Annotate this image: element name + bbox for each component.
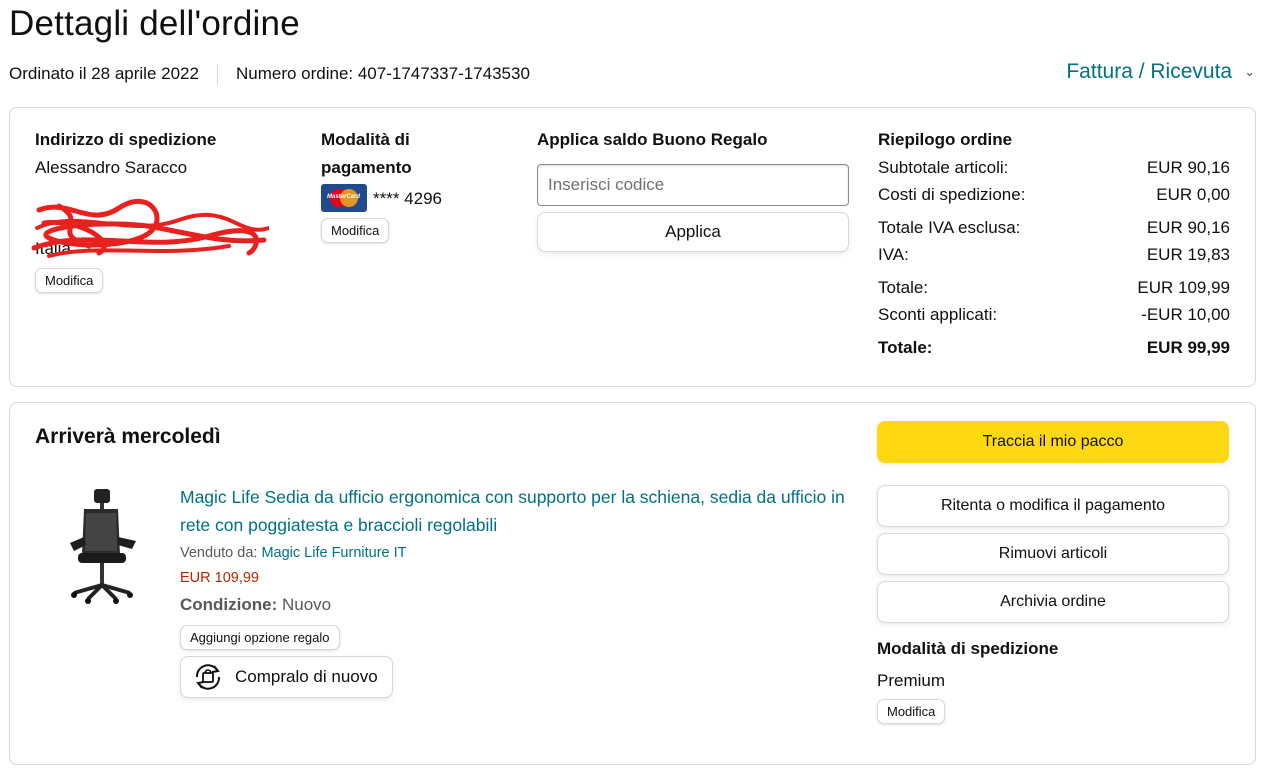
order-info-card: Indirizzo di spedizione Alessandro Sarac…: [9, 107, 1256, 387]
summary-value: EUR 0,00: [1156, 185, 1230, 204]
address-name: Alessandro Saracco: [35, 158, 188, 177]
summary-value: EUR 109,99: [1137, 278, 1230, 297]
add-gift-option-button[interactable]: Aggiungi opzione regalo: [180, 625, 340, 650]
summary-label: IVA:: [878, 245, 909, 264]
mastercard-icon: MasterCard: [321, 184, 367, 212]
invoice-link-label: Fattura / Ricevuta: [1066, 60, 1233, 83]
shipping-address-title: Indirizzo di spedizione: [35, 130, 217, 149]
summary-value: EUR 19,83: [1146, 245, 1230, 264]
product-price: EUR 109,99: [180, 570, 259, 586]
product-image[interactable]: [60, 485, 140, 605]
card-number: **** 4296: [373, 188, 443, 208]
summary-row: Subtotale articoli: EUR 90,16: [878, 154, 1230, 181]
product-title-link[interactable]: Magic Life Sedia da ufficio ergonomica c…: [180, 483, 850, 539]
redaction-scribble: [31, 198, 269, 258]
retry-payment-button[interactable]: Ritenta o modifica il pagamento: [877, 485, 1229, 527]
shipping-address-section: Indirizzo di spedizione Alessandro Sarac…: [31, 126, 285, 293]
track-package-button[interactable]: Traccia il mio pacco: [877, 421, 1229, 463]
summary-row: Sconti applicati: -EUR 10,00: [878, 301, 1230, 328]
shipping-method-value: Premium: [877, 671, 946, 690]
invoice-dropdown[interactable]: Fattura / Ricevuta ⌄: [1066, 60, 1255, 84]
condition-value: Nuovo: [282, 595, 332, 614]
summary-value: EUR 90,16: [1146, 218, 1230, 237]
payment-section: Modalità di pagamento MasterCard **** 42…: [321, 126, 501, 243]
edit-address-button[interactable]: Modifica: [35, 268, 104, 293]
edit-shipping-method-button[interactable]: Modifica: [877, 699, 946, 724]
condition-label: Condizione:: [180, 595, 278, 614]
summary-row: IVA: EUR 19,83: [878, 241, 1230, 268]
buy-again-icon: [195, 664, 221, 690]
summary-label: Costi di spedizione:: [878, 185, 1026, 204]
grand-total-value: EUR 99,99: [1146, 338, 1230, 357]
gift-card-title: Applica saldo Buono Regalo: [537, 130, 768, 149]
summary-label: Sconti applicati:: [878, 305, 998, 324]
chevron-down-icon: ⌄: [1244, 64, 1255, 79]
apply-gift-button[interactable]: Applica: [537, 212, 849, 252]
summary-value: EUR 90,16: [1146, 158, 1230, 177]
gift-card-section: Applica saldo Buono Regalo Applica: [537, 126, 849, 252]
payment-card-row: MasterCard **** 4296: [321, 184, 501, 212]
seller-link[interactable]: Magic Life Furniture IT: [261, 545, 406, 561]
sold-by-label: Venduto da:: [180, 545, 258, 561]
grand-total-row: Totale: EUR 99,99: [878, 334, 1230, 361]
summary-row: Totale IVA esclusa: EUR 90,16: [878, 214, 1230, 241]
archive-order-button[interactable]: Archivia ordine: [877, 581, 1229, 623]
gift-code-input[interactable]: [537, 164, 849, 206]
product-details: Magic Life Sedia da ufficio ergonomica c…: [180, 483, 850, 698]
shipment-actions: Traccia il mio pacco Ritenta o modifica …: [877, 421, 1229, 724]
summary-label: Subtotale articoli:: [878, 158, 1009, 177]
page-title: Dettagli dell'ordine: [9, 4, 300, 43]
order-summary: Riepilogo ordine Subtotale articoli: EUR …: [878, 126, 1230, 361]
product-condition: Condizione: Nuovo: [180, 591, 850, 619]
payment-title: Modalità di pagamento: [321, 130, 412, 177]
summary-label: Totale IVA esclusa:: [878, 218, 1021, 237]
buy-again-button[interactable]: Compralo di nuovo: [180, 656, 393, 698]
summary-label: Totale:: [878, 278, 929, 297]
summary-title: Riepilogo ordine: [878, 130, 1013, 149]
edit-payment-button[interactable]: Modifica: [321, 218, 390, 243]
shipment-card: Arriverà mercoledì Magic Life Sedia da u…: [9, 402, 1256, 765]
sold-by: Venduto da: Magic Life Furniture IT: [180, 541, 850, 565]
order-number: Numero ordine: 407-1747337-1743530: [235, 64, 530, 83]
remove-items-button[interactable]: Rimuovi articoli: [877, 533, 1229, 575]
summary-value: -EUR 10,00: [1141, 305, 1230, 324]
buy-again-label: Compralo di nuovo: [235, 667, 378, 686]
order-meta: Ordinato il 28 aprile 2022 Numero ordine…: [9, 64, 530, 84]
order-date: Ordinato il 28 aprile 2022: [9, 64, 199, 83]
grand-total-label: Totale:: [878, 338, 933, 357]
shipping-method-title: Modalità di spedizione: [877, 639, 1059, 658]
arrival-title: Arriverà mercoledì: [35, 425, 221, 448]
divider: [216, 64, 218, 84]
summary-row: Totale: EUR 109,99: [878, 274, 1230, 301]
summary-row: Costi di spedizione: EUR 0,00: [878, 181, 1230, 208]
